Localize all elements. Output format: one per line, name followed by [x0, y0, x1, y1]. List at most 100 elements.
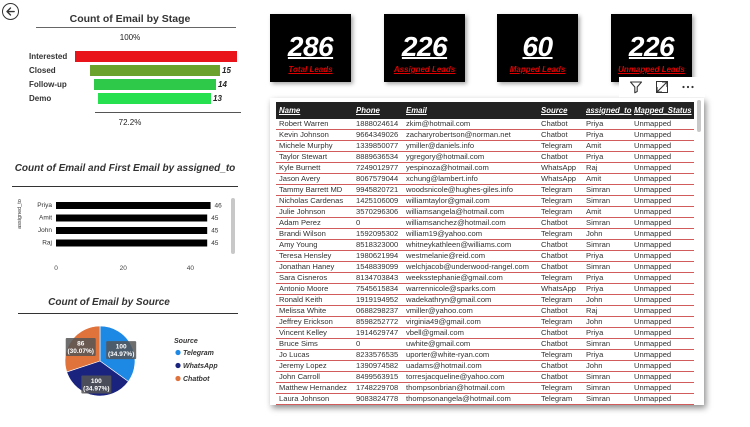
table-cell: 1592095302	[354, 228, 404, 240]
kpi-unmapped-leads[interactable]: 226 Unmapped Leads	[611, 14, 692, 82]
table-row[interactable]: Vincent Kelley 1914629747 vbell@gmail.com C…	[276, 327, 694, 339]
table-cell: Adam Perez	[276, 217, 354, 229]
table-row[interactable]: Jo Lucas 8233576535 uporter@white-ryan.com…	[276, 349, 694, 361]
table-cell: uporter@white-ryan.com	[404, 349, 539, 361]
bar-priya[interactable]	[56, 202, 211, 209]
table-cell: Unmapped	[632, 151, 694, 163]
funnel-bar-demo[interactable]	[98, 93, 211, 104]
table-row[interactable]: Nicholas Cardenas 1425106009 williamtaylor…	[276, 195, 694, 207]
more-options-icon[interactable]	[680, 79, 696, 95]
table-row[interactable]: Ronald Keith 1919194952 wadekathryn@gmail.…	[276, 294, 694, 306]
table-row[interactable]: Antonio Moore 7545615834 warrennicole@spar…	[276, 283, 694, 295]
table-row[interactable]: Bruce Sims 0 uwhite@gmail.com Chatbot Simran…	[276, 338, 694, 350]
table-cell: Sara Cisneros	[276, 272, 354, 284]
pie-chart[interactable]: Count of Email by Source 100 (34.97%) 100(…	[18, 295, 238, 407]
back-button[interactable]	[2, 3, 19, 20]
table-row[interactable]: Kevin Johnson 9664349026 zacharyrobertson@…	[276, 129, 694, 141]
table-row[interactable]: Amy Young 8518323000 whitneykathleen@willi…	[276, 239, 694, 251]
table-row[interactable]: Laura Johnson 9083824778 thompsonangela@ho…	[276, 393, 694, 405]
bar-amit[interactable]	[56, 214, 208, 222]
funnel-top-percent: 100%	[119, 33, 141, 42]
kpi-value: 226	[628, 31, 675, 62]
pie-legend-marker	[175, 349, 181, 356]
table-cell: 1425106009	[354, 195, 404, 207]
bar-chart-plot[interactable]: assigned_to Priya 46 Amit 45 John 45 Raj 45 0 20 40	[12, 190, 228, 278]
col-header-phone[interactable]: Phone	[354, 102, 404, 119]
table-cell: 1548839099	[354, 261, 404, 273]
table-row[interactable]: Matthew Hernandez 1748229708 thompsonbrian…	[276, 382, 694, 394]
table-cell: ymiller@daniels.info	[404, 140, 539, 152]
table-row[interactable]: Julie Johnson 3570296306 williamsangela@ho…	[276, 206, 694, 218]
pie-legend-marker	[175, 375, 181, 382]
table-cell: williamtaylor@gmail.com	[404, 195, 539, 207]
table-row[interactable]: Brandi Wilson 1592095302 william19@yahoo.c…	[276, 228, 694, 240]
col-header-source[interactable]: Source	[539, 102, 584, 119]
col-header-email[interactable]: Email	[404, 102, 539, 119]
table-cell: Michele Murphy	[276, 140, 354, 152]
bar-chart-scrollbar[interactable]	[231, 198, 235, 254]
pie-data-label-value: 86	[77, 341, 85, 348]
table-cell: 1339850077	[354, 140, 404, 152]
table-row[interactable]: Melissa White 0688298237 vmiller@yahoo.com…	[276, 305, 694, 317]
table-cell: Vincent Kelley	[276, 327, 354, 339]
table-row[interactable]: Sara Cisneros 8134703843 weeksstephanie@gm…	[276, 272, 694, 284]
table-scrollbar[interactable]	[697, 100, 701, 132]
table-cell: Unmapped	[632, 349, 694, 361]
table-cell: torresjacqueline@yahoo.com	[404, 371, 539, 383]
table-cell: Unmapped	[632, 206, 694, 218]
bar-chart[interactable]: Count of Email and First Email by assign…	[12, 160, 238, 280]
table-cell: Jeffrey Erickson	[276, 316, 354, 328]
table-row[interactable]: Michele Murphy 1339850077 ymiller@daniels.…	[276, 140, 694, 152]
table-row[interactable]: Robert Warren 1888024614 zkim@hotmail.com C…	[276, 119, 694, 130]
table-header-row: Name Phone Email Source assigned_to Mapp…	[276, 102, 694, 119]
funnel-row-follow-up[interactable]: Follow-up 14	[24, 79, 264, 90]
table-cell: Priya	[584, 151, 632, 163]
table-cell: 0	[354, 338, 404, 350]
funnel-row-demo[interactable]: Demo 13	[24, 93, 264, 104]
table-cell: Telegram	[539, 195, 584, 207]
kpi-assigned-leads[interactable]: 226 Assigned Leads	[384, 14, 465, 82]
table-row[interactable]: John Carroll 8499563915 torresjacqueline@y…	[276, 371, 694, 383]
table-cell: Jo Lucas	[276, 349, 354, 361]
table-cell: Simran	[584, 217, 632, 229]
bar-data-label: 45	[211, 215, 219, 222]
table-row[interactable]: Jeffrey Erickson 8598252772 virginia49@gma…	[276, 316, 694, 328]
funnel-row-interested[interactable]: Interested	[24, 51, 264, 62]
funnel-bar-follow-up[interactable]	[94, 79, 216, 90]
table-cell: Chatbot	[539, 119, 584, 130]
col-header-assigned-to[interactable]: assigned_to	[584, 102, 632, 119]
table-cell: Unmapped	[632, 371, 694, 383]
table-row[interactable]: Kyle Burnett 7249012977 yespinoza@hotmail.…	[276, 162, 694, 174]
kpi-label: Unmapped Leads	[618, 65, 685, 74]
funnel-chart[interactable]: Count of Email by Stage 100% Interested …	[24, 10, 241, 130]
bar-john[interactable]	[56, 227, 208, 234]
table-row[interactable]: Jeremy Lopez 1390974582 uadams@hotmail.com…	[276, 360, 694, 372]
col-header-mapped-status[interactable]: Mapped_Status	[632, 102, 694, 119]
funnel-bar-closed[interactable]	[90, 65, 220, 76]
focus-mode-icon[interactable]	[654, 79, 670, 95]
table-row[interactable]: Jonathan Haney 1548839099 welchjacob@under…	[276, 261, 694, 273]
kpi-label: Mapped Leads	[509, 65, 566, 74]
bar-raj[interactable]	[56, 239, 208, 247]
table-row[interactable]: Adam Perez 0 williamsanchez@hotmail.com Cha…	[276, 217, 694, 229]
filter-icon[interactable]	[628, 79, 644, 95]
funnel-row-closed[interactable]: Closed 15	[24, 65, 264, 76]
leads-table-card[interactable]: Name Phone Email Source assigned_to Mapp…	[270, 98, 704, 405]
table-row[interactable]: Jason Avery 8067579044 xchung@lambert.info…	[276, 173, 694, 185]
pie-chart-plot[interactable]: 100(34.97%)100(34.97%)86(30.07%)SourceTe…	[18, 315, 238, 407]
funnel-label: Closed	[29, 66, 56, 75]
col-header-name[interactable]: Name	[276, 102, 354, 119]
kpi-total-leads[interactable]: 286 Total Leads	[270, 14, 351, 82]
table-cell: Priya	[584, 283, 632, 295]
table-row[interactable]: Teresa Hensley 1980621994 westmelanie@reid…	[276, 250, 694, 262]
table-cell: John	[584, 228, 632, 240]
table-cell: Unmapped	[632, 228, 694, 240]
pie-data-label-percent: (34.97%)	[83, 386, 109, 393]
kpi-mapped-leads[interactable]: 60 Mapped Leads	[497, 14, 578, 82]
table-row[interactable]: Tammy Barrett MD 9945820721 woodsnicole@hu…	[276, 184, 694, 196]
table-row[interactable]: Taylor Stewart 8889636534 ygregory@hotmail…	[276, 151, 694, 163]
funnel-bar-interested[interactable]	[75, 51, 237, 62]
pie-chart-title: Count of Email by Source	[48, 297, 170, 308]
table-cell: Priya	[584, 327, 632, 339]
table-cell: Priya	[584, 272, 632, 284]
